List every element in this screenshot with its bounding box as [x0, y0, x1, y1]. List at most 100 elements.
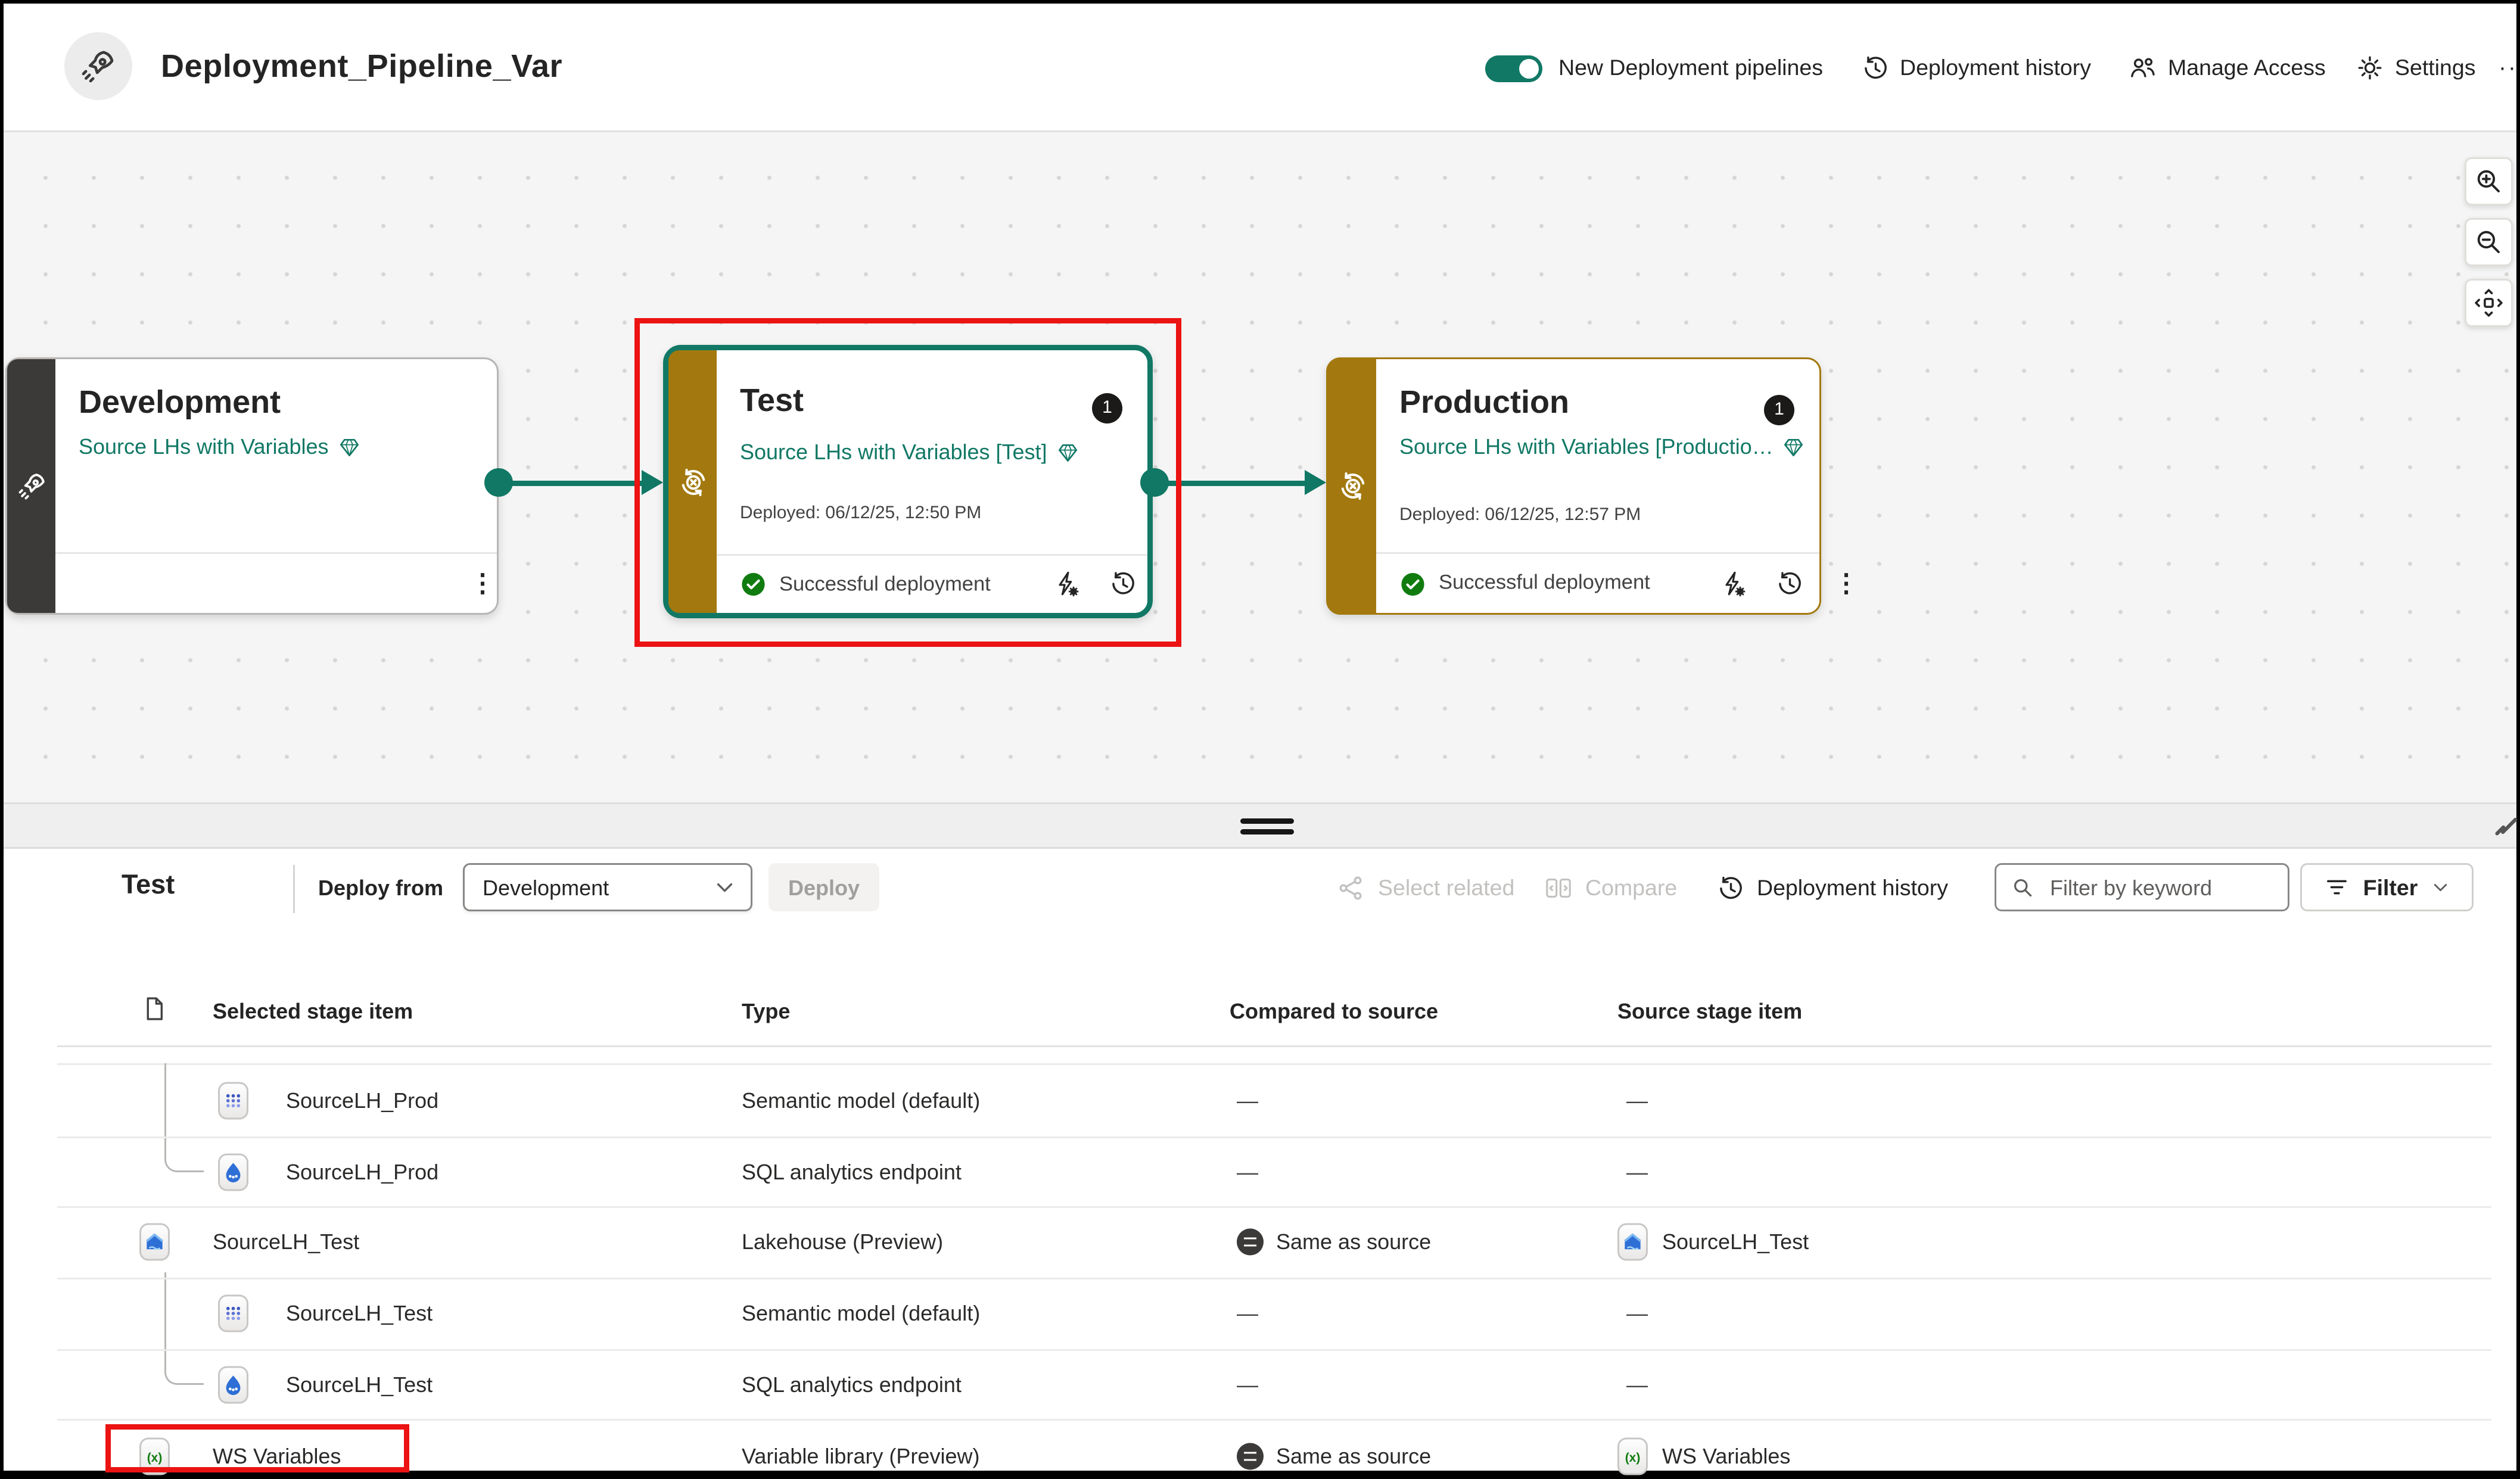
resize-handle-icon — [2486, 813, 2511, 838]
item-name: SourceLH_Test — [286, 1372, 433, 1397]
column-header-selected-stage-item[interactable]: Selected stage item — [213, 999, 413, 1024]
chevron-down-icon — [2430, 877, 2450, 897]
fit-to-screen-button[interactable] — [2465, 279, 2513, 327]
success-check-icon — [1399, 570, 1426, 597]
lakehouse-icon — [1617, 1223, 1648, 1261]
select-related-button[interactable]: Select related — [1337, 849, 1514, 927]
search-icon — [2011, 875, 2036, 900]
deploy-from-label: Deploy from — [318, 876, 443, 901]
workspace-link[interactable]: Source LHs with Variables — [79, 434, 361, 459]
connector-arrowhead — [1305, 470, 1326, 495]
stage-content-panel: Test Deploy from Development Deploy Sele… — [4, 849, 2516, 1470]
same-as-source-icon — [1237, 1443, 1264, 1470]
pipeline-avatar — [64, 32, 132, 100]
zoom-in-button[interactable] — [2465, 157, 2513, 205]
table-row[interactable]: SourceLH_Prod Semantic model (default) —… — [4, 1065, 2516, 1137]
compare-icon — [1544, 874, 1573, 902]
toolbar-divider — [293, 865, 295, 913]
compare-button[interactable]: Compare — [1544, 849, 1677, 927]
filter-lines-icon — [2324, 874, 2351, 901]
table-row[interactable]: SourceLH_Test SQL analytics endpoint — — — [4, 1349, 2516, 1421]
red-highlight-test-stage — [634, 318, 1181, 647]
table-header-divider — [57, 1045, 2491, 1047]
stage-history-button[interactable] — [1777, 570, 1803, 597]
pan-icon — [2474, 288, 2504, 318]
people-icon — [2129, 54, 2157, 82]
deployed-timestamp: Deployed: 06/12/25, 12:57 PM — [1399, 506, 1641, 525]
deployment-pipeline-window: Deployment_Pipeline_Var New Deployment p… — [0, 0, 2520, 1479]
same-as-source-icon — [1237, 1229, 1264, 1256]
pipeline-canvas[interactable]: Development Source LHs with Variables ⋮ … — [4, 132, 2516, 802]
stage-more-button[interactable]: ⋮ — [1834, 568, 1859, 600]
stage-name: Development — [79, 384, 281, 422]
compared-to-source-value: — — [1237, 1160, 1258, 1185]
stage-card-production[interactable]: Production 1 Source LHs with Variables [… — [1326, 357, 1821, 615]
sql-endpoint-icon — [218, 1366, 248, 1404]
deployment-status: Successful deployment — [1399, 570, 1650, 597]
filter-keyword-searchbox[interactable] — [1995, 863, 2289, 911]
item-count-badge: 1 — [1764, 395, 1794, 425]
gear-icon — [2356, 54, 2384, 82]
stage-card-development[interactable]: Development Source LHs with Variables ⋮ — [5, 357, 499, 615]
item-name: SourceLH_Test — [213, 1229, 359, 1254]
settings-button[interactable]: Settings — [2356, 4, 2476, 132]
deploy-button[interactable]: Deploy — [769, 863, 879, 911]
column-header-compared-to-source[interactable]: Compared to source — [1230, 999, 1438, 1024]
zoom-out-button[interactable] — [2465, 218, 2513, 266]
item-type: Semantic model (default) — [742, 1301, 980, 1326]
semantic-model-icon — [218, 1295, 248, 1332]
history-icon — [1718, 875, 1744, 902]
diamond-icon — [1782, 435, 1806, 459]
page-title: Deployment_Pipeline_Var — [161, 48, 562, 86]
splitter-grip — [1240, 818, 1294, 824]
item-type-column-icon — [141, 995, 168, 1022]
splitter-grip — [1240, 829, 1294, 835]
deploy-settings-button[interactable] — [1719, 569, 1748, 598]
app-header: Deployment_Pipeline_Var New Deployment p… — [4, 4, 2516, 132]
rocket-icon — [79, 46, 118, 86]
more-options-button[interactable]: ··· — [2499, 54, 2520, 80]
stage-card-footer: Successful deployment ⋮ — [1376, 552, 1819, 613]
column-header-type[interactable]: Type — [742, 999, 790, 1024]
column-header-source-stage-item[interactable]: Source stage item — [1617, 999, 1802, 1024]
filter-button[interactable]: Filter — [2300, 863, 2474, 911]
sync-icon — [1334, 468, 1370, 504]
deploy-from-value: Development — [483, 875, 713, 900]
sql-endpoint-icon — [218, 1154, 248, 1191]
item-type: SQL analytics endpoint — [742, 1160, 962, 1185]
compared-to-source-value: Same as source — [1276, 1229, 1431, 1254]
table-row[interactable]: SourceLH_Test Lakehouse (Preview) Same a… — [4, 1206, 2516, 1278]
source-stage-item-value: — — [1626, 1160, 1648, 1185]
deploy-from-dropdown[interactable]: Development — [463, 863, 752, 911]
compared-to-source-value: — — [1237, 1372, 1258, 1397]
toggle-label: New Deployment pipelines — [1558, 4, 1823, 132]
history-icon — [1777, 570, 1803, 597]
history-icon — [1862, 55, 1889, 82]
panel-splitter[interactable] — [4, 802, 2516, 849]
item-type: SQL analytics endpoint — [742, 1372, 962, 1397]
stage-more-button[interactable]: ⋮ — [470, 568, 495, 600]
table-row[interactable]: SourceLH_Prod SQL analytics endpoint — — — [4, 1137, 2516, 1208]
compared-to-source-value: — — [1237, 1301, 1258, 1326]
stage-card-footer: ⋮ — [55, 552, 497, 613]
stage-name: Production — [1399, 384, 1569, 422]
semantic-model-icon — [218, 1082, 248, 1120]
manage-access-button[interactable]: Manage Access — [2129, 4, 2326, 132]
search-input[interactable] — [2046, 873, 2273, 902]
deployment-history-button[interactable]: Deployment history — [1862, 4, 2091, 132]
panel-deployment-history-button[interactable]: Deployment history — [1718, 849, 1948, 927]
red-highlight-ws-variables — [105, 1424, 409, 1472]
source-stage-item-value: — — [1626, 1088, 1648, 1113]
stage-strip — [1328, 359, 1376, 613]
new-deployment-pipelines-toggle[interactable] — [1485, 55, 1542, 82]
source-stage-item-value: WS Variables — [1662, 1444, 1790, 1469]
share-icon — [1337, 874, 1365, 902]
workspace-link[interactable]: Source LHs with Variables [Productio… — [1399, 434, 1806, 459]
stage-strip — [7, 359, 55, 613]
item-type: Variable library (Preview) — [742, 1444, 979, 1469]
toggle-knob — [1519, 59, 1539, 79]
selected-stage-title: Test — [122, 870, 175, 901]
item-type: Semantic model (default) — [742, 1088, 980, 1113]
zoom-in-icon — [2474, 166, 2504, 197]
table-row[interactable]: SourceLH_Test Semantic model (default) —… — [4, 1278, 2516, 1349]
